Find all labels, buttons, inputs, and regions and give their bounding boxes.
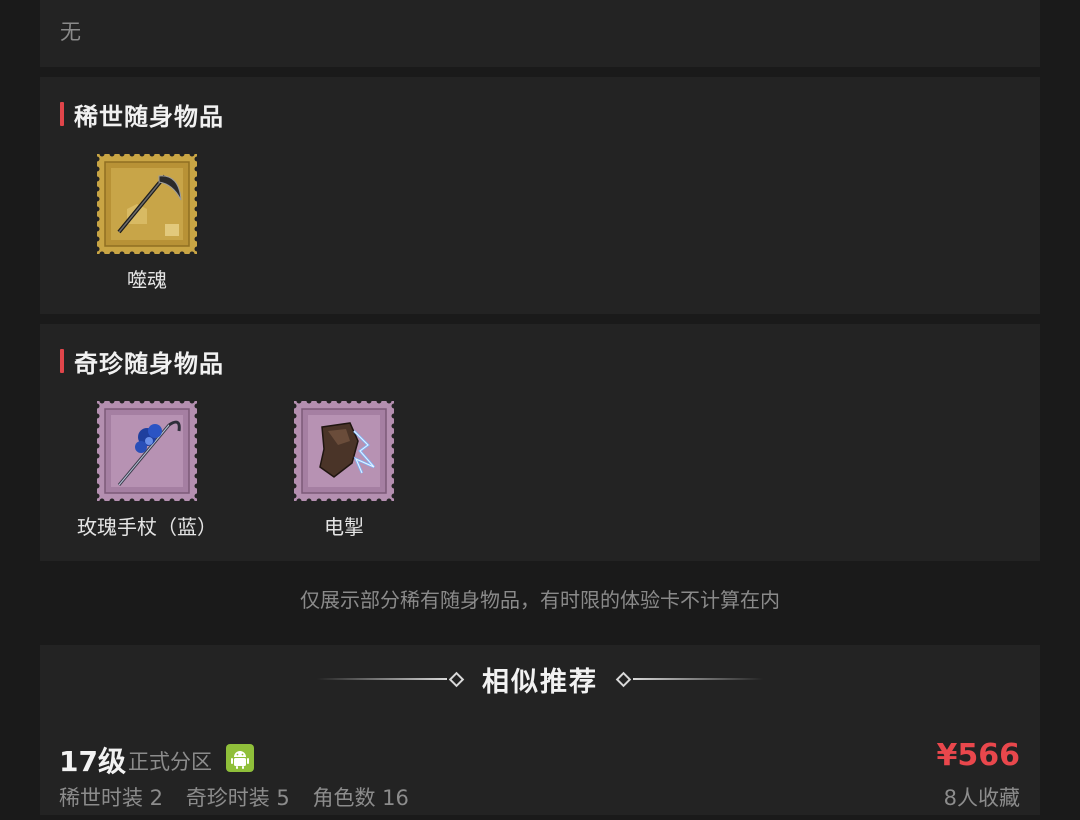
stat-character-count: 角色数 16 xyxy=(312,786,409,810)
exotic-section-title: 奇珍随身物品 xyxy=(60,346,224,378)
stat-rare-outfits: 稀世时装 2 xyxy=(59,786,164,810)
stat-exotic-outfits: 奇珍时装 5 xyxy=(185,786,290,810)
header-diamond-left-icon xyxy=(448,671,465,687)
section-accent-bar xyxy=(60,349,64,373)
rare-items-card: 稀世随身物品 噬魂 xyxy=(40,77,1040,314)
similar-recommend-card: 相似推荐 17级 正式分区 ¥566 稀世时装 2 奇珍时装 5 角色数 16 … xyxy=(40,645,1040,815)
rare-section-title: 稀世随身物品 xyxy=(60,99,224,131)
purple-stamp-lightning-gauntlet-icon xyxy=(291,398,397,504)
rare-item-label: 噬魂 xyxy=(127,268,167,292)
recommend-listing[interactable]: 17级 正式分区 ¥566 稀世时装 2 奇珍时装 5 角色数 16 8人收藏 xyxy=(40,738,1040,820)
exotic-item-lightning-gauntlet[interactable]: 电掣 xyxy=(254,398,434,540)
recommend-title: 相似推荐 xyxy=(482,666,598,698)
header-decor-line-right xyxy=(633,678,763,680)
listing-favorites: 8人收藏 xyxy=(943,786,1020,810)
gold-stamp-scythe-icon xyxy=(94,151,200,257)
exotic-item-label: 电掣 xyxy=(324,515,364,539)
disclaimer-note: 仅展示部分稀有随身物品，有时限的体验卡不计算在内 xyxy=(300,588,780,612)
header-decor-line-left xyxy=(317,678,447,680)
rare-item-soul-devourer[interactable]: 噬魂 xyxy=(57,151,237,293)
listing-price: ¥566 xyxy=(936,738,1021,773)
android-icon xyxy=(226,744,254,772)
exotic-items-card: 奇珍随身物品 玫瑰手杖（蓝） 电掣 xyxy=(40,324,1040,561)
header-diamond-right-icon xyxy=(615,671,632,687)
listing-zone: 正式分区 xyxy=(128,750,212,774)
top-section-card: 无 xyxy=(40,0,1040,67)
purple-stamp-rose-cane-icon xyxy=(94,398,200,504)
rare-section-title-text: 稀世随身物品 xyxy=(74,102,224,131)
exotic-item-rose-cane-blue[interactable]: 玫瑰手杖（蓝） xyxy=(57,398,237,540)
exotic-item-label: 玫瑰手杖（蓝） xyxy=(77,515,217,539)
none-text: 无 xyxy=(60,20,81,44)
section-accent-bar xyxy=(60,102,64,126)
listing-level: 17级 xyxy=(59,745,126,778)
exotic-section-title-text: 奇珍随身物品 xyxy=(74,349,224,378)
listing-stats: 稀世时装 2 奇珍时装 5 角色数 16 xyxy=(59,782,425,812)
recommend-header: 相似推荐 xyxy=(40,659,1040,699)
